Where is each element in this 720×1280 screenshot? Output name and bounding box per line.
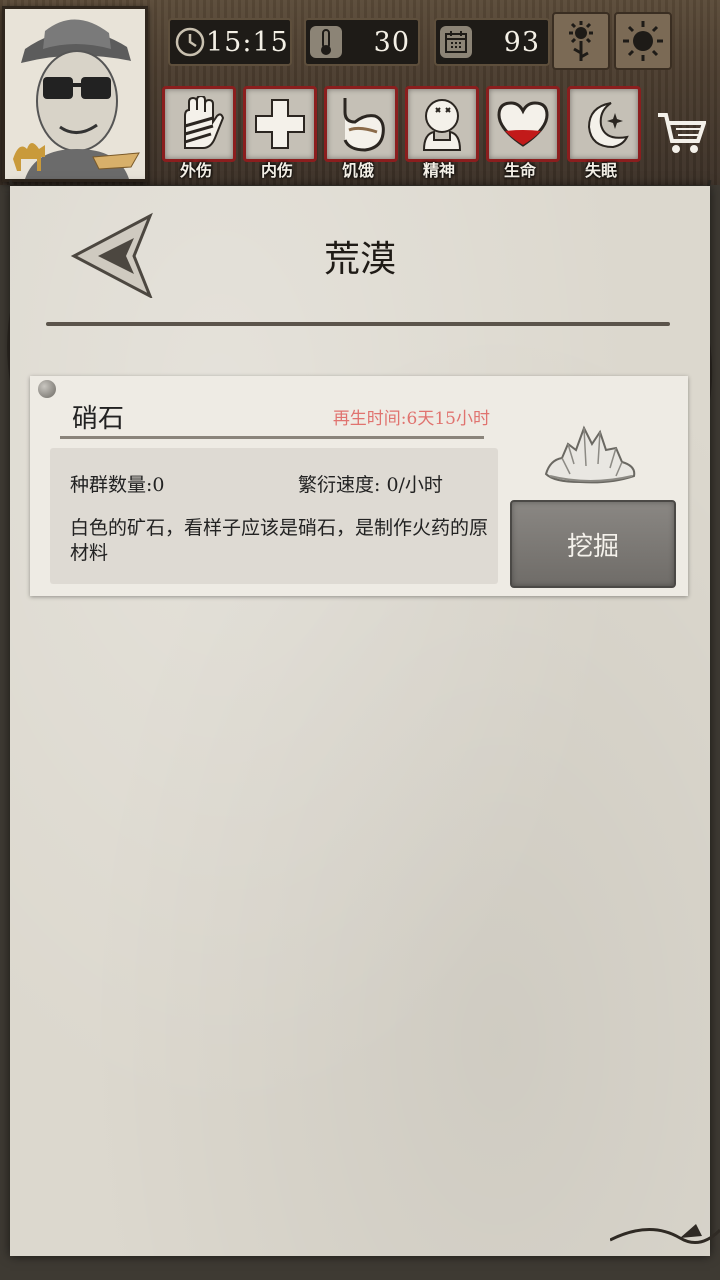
sun-icon[interactable]: [614, 12, 672, 70]
temperature-display: 30: [304, 18, 420, 66]
status-label: 外伤: [179, 161, 212, 180]
page-title: 荒漠: [323, 239, 396, 280]
pin-icon: [38, 380, 56, 398]
calendar-icon: [440, 26, 472, 58]
growth-rate: 繁衍速度: 0/小时: [298, 474, 443, 496]
status-label: 失眠: [584, 161, 617, 180]
status-hunger[interactable]: [324, 86, 398, 162]
status-mental[interactable]: [405, 86, 479, 162]
moon-star-icon: [587, 102, 629, 149]
stomach-icon: [343, 98, 385, 152]
saltpeter-crystal-icon: [544, 425, 636, 484]
resource-info: 种群数量:0 繁衍速度: 0/小时 白色的矿石，看样子应该是硝石，是制作火药的原…: [50, 448, 498, 584]
status-internal-injury[interactable]: [243, 86, 317, 162]
resource-card: 硝石 再生时间:6天15小时 种群数量:0 繁衍速度: 0/小时 白色的矿石，看…: [30, 376, 688, 596]
regen-time: 再生时间:6天15小时: [332, 409, 490, 429]
day-display: 93: [434, 18, 550, 66]
status-insomnia[interactable]: [567, 86, 641, 162]
main-panel: 荒漠 硝石 再生时间:6天15小时 种群数量:0 繁衍速度: 0/小时 白色的矿…: [10, 186, 710, 1256]
resource-name: 硝石: [72, 404, 125, 434]
status-label: 精神: [422, 161, 455, 180]
time-display: 15:15: [168, 18, 292, 66]
status-label: 饥饿: [341, 161, 374, 180]
dig-button[interactable]: 挖掘: [510, 500, 676, 588]
status-external-injury[interactable]: [162, 86, 236, 162]
bandaged-hand-icon: [184, 96, 225, 149]
time-value: 15:15: [206, 26, 289, 58]
status-health[interactable]: [486, 86, 560, 162]
top-bar: 15:15 30 93 外伤 内伤 饥饿 精神 生命 失眠: [0, 0, 720, 185]
temperature-value: 30: [373, 26, 410, 58]
head-dizzy-icon: [422, 99, 462, 151]
status-label: 内伤: [260, 161, 293, 180]
cross-icon: [255, 99, 305, 149]
name-divider: [60, 436, 484, 439]
character-portrait[interactable]: [2, 6, 148, 182]
day-value: 93: [503, 26, 540, 58]
sunflower-icon[interactable]: [552, 12, 610, 70]
thermometer-icon: [310, 26, 342, 58]
title-divider: [46, 322, 670, 326]
population-count: 种群数量:0: [70, 474, 165, 496]
shop-cart-button[interactable]: [648, 100, 714, 166]
clock-icon: [174, 26, 206, 58]
resource-description: 白色的矿石，看样子应该是硝石，是制作火药的原材料: [70, 517, 489, 564]
heart-icon: [497, 101, 549, 147]
vine-decoration: [610, 1224, 720, 1244]
cart-icon: [658, 113, 706, 153]
status-label: 生命: [503, 161, 536, 180]
